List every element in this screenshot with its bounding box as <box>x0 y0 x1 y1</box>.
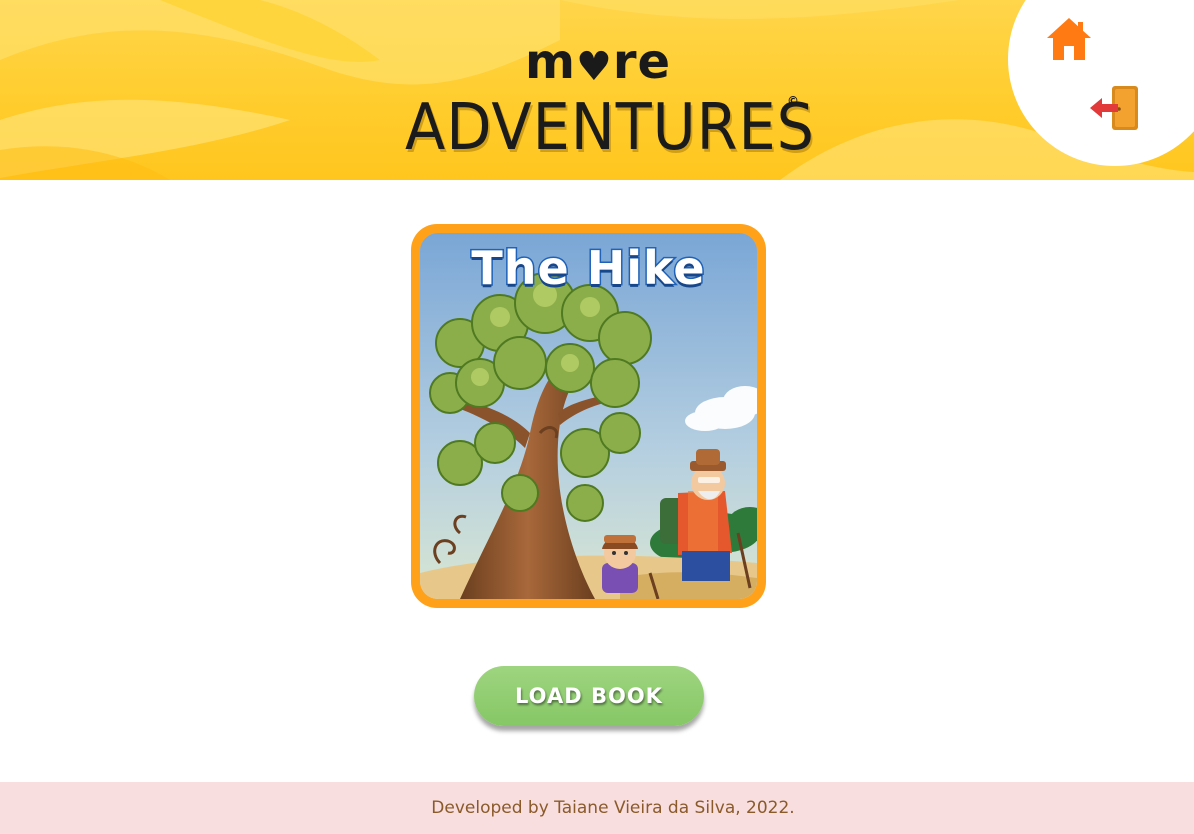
more-adventures-logo: m♥re ADVENTURES © <box>405 38 814 168</box>
book-cover-image[interactable]: The Hike <box>420 233 757 599</box>
exit-button[interactable] <box>1088 84 1142 132</box>
home-icon <box>1047 18 1091 60</box>
load-book-button[interactable]: LOAD BOOK <box>474 666 704 726</box>
app-header: m♥re ADVENTURES © <box>0 0 1194 180</box>
developer-credit: Developed by Taiane Vieira da Silva, 202… <box>431 798 795 818</box>
logo-more-m: m <box>525 34 577 90</box>
home-button[interactable] <box>1044 16 1094 62</box>
logo-more-re: re <box>612 34 672 90</box>
exit-door-icon <box>1090 86 1138 130</box>
book-title: The Hike <box>470 240 706 297</box>
logo-more-word: m♥re <box>525 38 671 90</box>
load-book-label: LOAD BOOK <box>515 684 663 708</box>
logo-heart-icon: ♥ <box>576 44 613 90</box>
page-footer: Developed by Taiane Vieira da Silva, 202… <box>0 782 1194 834</box>
logo-adventures-word: ADVENTURES <box>405 91 815 165</box>
logo-copyright-mark: © <box>787 94 799 108</box>
book-card[interactable]: The Hike <box>411 224 766 608</box>
